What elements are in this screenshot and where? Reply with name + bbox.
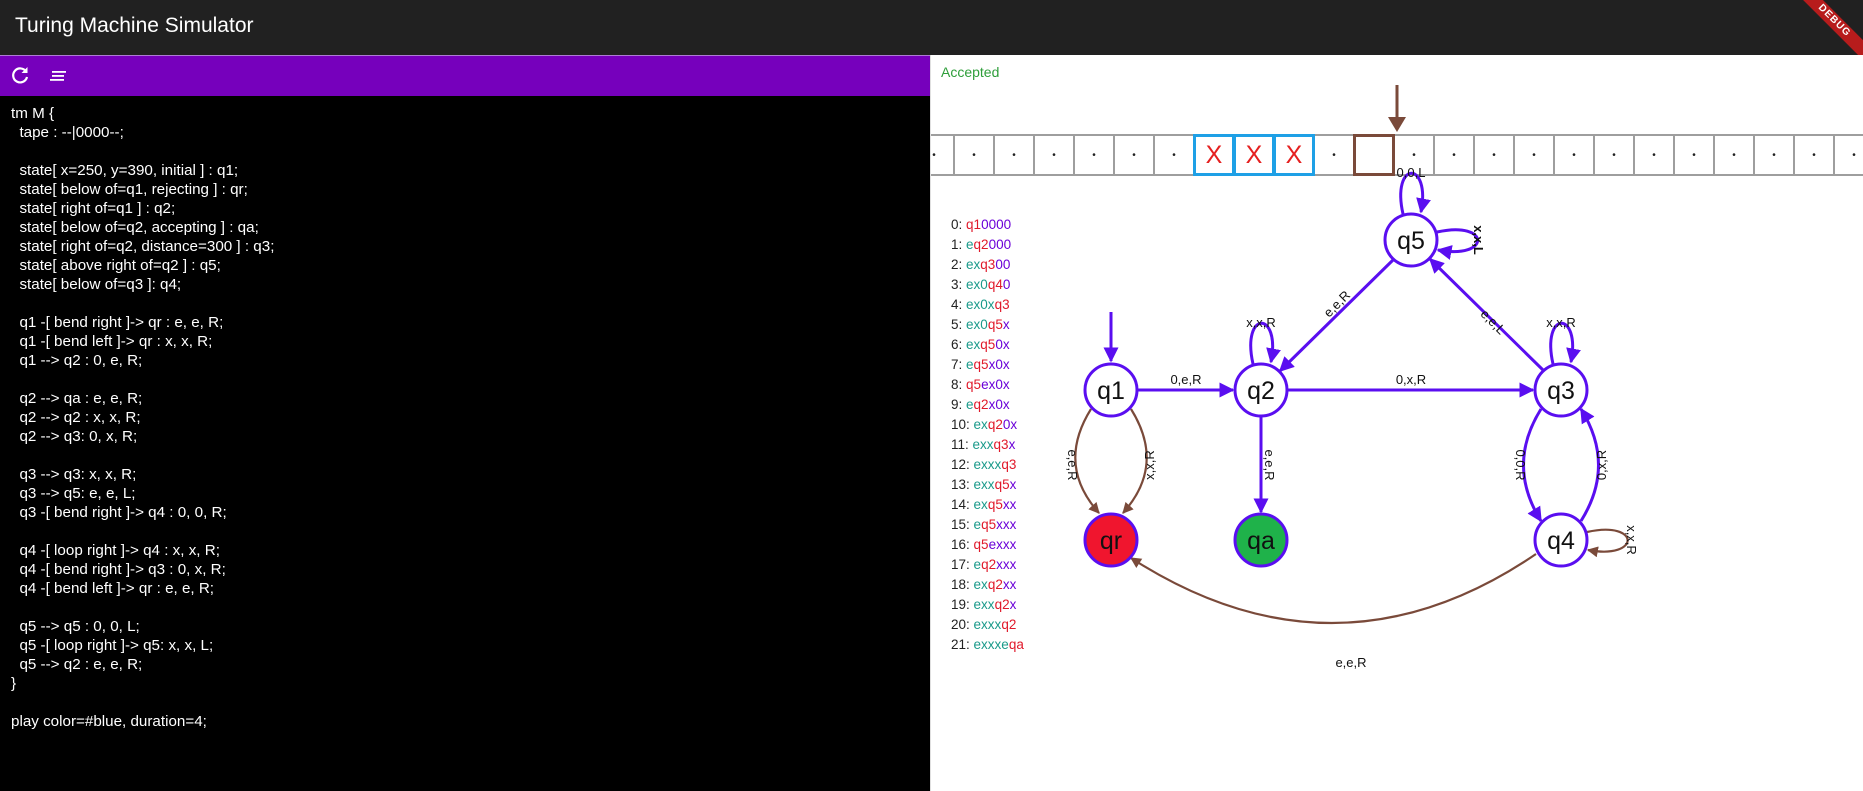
edge-label: x,x,R bbox=[1246, 315, 1276, 330]
edge-q4-qr bbox=[1130, 553, 1537, 625]
code-line: q1 -[ bend left ]-> qr : x, x, R; bbox=[11, 333, 213, 350]
edge-label: 0,x,R bbox=[1396, 372, 1426, 387]
code-line: q4 -[ bend left ]-> qr : e, e, R; bbox=[11, 580, 215, 597]
edge-label: x,x,R bbox=[1546, 315, 1576, 330]
edge-label: x,x,R bbox=[1624, 525, 1639, 555]
code-line: state[ below of=q1, rejecting ] : qr; bbox=[11, 181, 248, 198]
code-line: q3 -[ bend right ]-> q4 : 0, 0, R; bbox=[11, 504, 227, 521]
editor-toolbar bbox=[0, 55, 930, 96]
edge-label: e,e,R bbox=[1335, 655, 1366, 670]
edge-label: 0,0,R bbox=[1513, 449, 1528, 480]
code-line: q1 --> q2 : 0, e, R; bbox=[11, 352, 143, 369]
code-line: } bbox=[11, 675, 17, 692]
edge-q5-q2 bbox=[1278, 258, 1395, 373]
state-label: q2 bbox=[1247, 377, 1275, 405]
code-line: tape : --|0000--; bbox=[11, 124, 124, 141]
edge-label: e,e,R bbox=[1065, 449, 1080, 480]
code-line: tm M { bbox=[11, 105, 55, 122]
debug-banner-label: DEBUG bbox=[1790, 0, 1863, 60]
state-label: qr bbox=[1100, 527, 1122, 555]
code-line: state[ right of=q1 ] : q2; bbox=[11, 200, 176, 217]
tape-cell: X bbox=[1273, 134, 1315, 176]
code-line: state[ above right of=q2 ] : q5; bbox=[11, 257, 221, 274]
code-line: q1 -[ bend right ]-> qr : e, e, R; bbox=[11, 314, 224, 331]
app-bar: Turing Machine Simulator DEBUG bbox=[0, 0, 1863, 60]
code-line: q5 --> q2 : e, e, R; bbox=[11, 656, 143, 673]
tape-cell: X bbox=[1233, 134, 1275, 176]
code-line: state[ right of=q2, distance=300 ] : q3; bbox=[11, 238, 275, 255]
state-diagram: 0,e,R 0,x,Re,e,Rx,x,Re,e,Re,e,L x,x,R0,0,L… bbox=[1065, 165, 1639, 670]
edge-label: x,x,L bbox=[1471, 225, 1486, 255]
state-label: q4 bbox=[1547, 527, 1575, 555]
edge-label: 0,e,R bbox=[1170, 372, 1201, 387]
code-line: q5 --> q5 : 0, 0, L; bbox=[11, 618, 140, 635]
simulation-panel: Accepted • • • • • • • X X X • • • • • • • • • • • • • 0: q100… bbox=[930, 55, 1863, 791]
code-editor[interactable]: tm M { tape : --|0000--; state[ x=250, y… bbox=[11, 104, 930, 731]
tape-cell bbox=[1353, 134, 1395, 176]
code-line: q2 --> q3: 0, x, R; bbox=[11, 428, 138, 445]
code-line: q2 --> qa : e, e, R; bbox=[11, 390, 143, 407]
state-label: q5 bbox=[1397, 227, 1425, 255]
code-line: state[ below of=q2, accepting ] : qa; bbox=[11, 219, 259, 236]
code-line: q4 -[ bend right ]-> q3 : 0, x, R; bbox=[11, 561, 226, 578]
loop-q4 bbox=[1586, 528, 1629, 558]
edge-label: e,e,R bbox=[1262, 449, 1277, 480]
code-line: q2 --> q2 : x, x, R; bbox=[11, 409, 141, 426]
state-label: q1 bbox=[1097, 377, 1125, 405]
text-lines-icon[interactable] bbox=[45, 62, 73, 90]
app-title: Turing Machine Simulator bbox=[15, 14, 254, 37]
edge-label: 0,0,L bbox=[1397, 165, 1426, 180]
code-line: q5 -[ loop right ]-> q5: x, x, L; bbox=[11, 637, 214, 654]
code-line: state[ below of=q3 ]: q4; bbox=[11, 276, 182, 293]
refresh-icon[interactable] bbox=[6, 62, 34, 90]
code-line: q3 --> q3: x, x, R; bbox=[11, 466, 137, 483]
edge-label: 0,x,R bbox=[1594, 450, 1609, 480]
tape-cell: X bbox=[1193, 134, 1235, 176]
debug-banner: DEBUG bbox=[1783, 0, 1863, 60]
code-line: q3 --> q5: e, e, L; bbox=[11, 485, 136, 502]
state-label: q3 bbox=[1547, 377, 1575, 405]
code-line: state[ x=250, y=390, initial ] : q1; bbox=[11, 162, 239, 179]
code-line: q4 -[ loop right ]-> q4 : x, x, R; bbox=[11, 542, 220, 559]
state-label: qa bbox=[1247, 527, 1275, 555]
code-line: play color=#blue, duration=4; bbox=[11, 713, 207, 730]
edge-label: x,x,R bbox=[1142, 450, 1157, 480]
editor-panel: tm M { tape : --|0000--; state[ x=250, y… bbox=[0, 55, 930, 791]
